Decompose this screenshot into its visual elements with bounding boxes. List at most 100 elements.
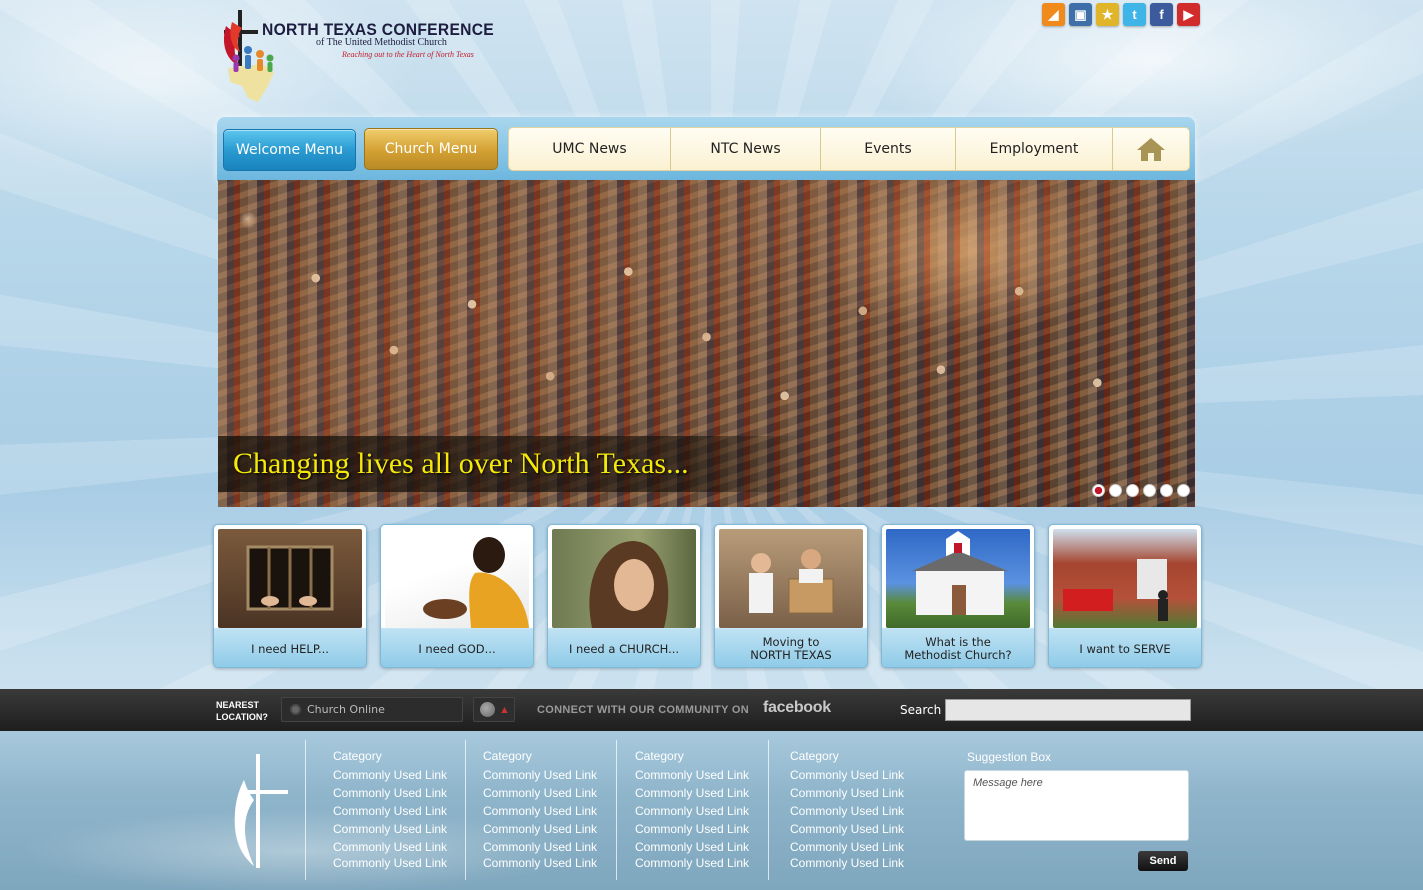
footer-link[interactable]: Commonly Used Link — [483, 820, 597, 838]
cross-flame-icon — [234, 754, 288, 868]
footer-category: Category — [790, 749, 839, 763]
conference-logo[interactable]: NORTH TEXAS CONFERENCE of The United Met… — [218, 6, 494, 110]
slider-dot[interactable] — [1177, 484, 1190, 497]
nearest-location-label: NEAREST LOCATION? — [216, 700, 268, 722]
praying-person-icon — [423, 537, 529, 628]
footer-column-4: Category Commonly Used Link Commonly Use… — [790, 749, 904, 870]
logo-subtitle: of The United Methodist Church — [316, 37, 447, 48]
suggestion-box-label: Suggestion Box — [967, 750, 1052, 764]
footer-link[interactable]: Commonly Used Link — [635, 856, 749, 870]
connect-text: CONNECT WITH OUR COMMUNITY ON — [537, 704, 749, 716]
footer-link[interactable]: Commonly Used Link — [483, 856, 597, 870]
welcome-menu-button[interactable]: Welcome Menu — [223, 129, 356, 171]
tile-need-god[interactable]: I need GOD... — [380, 524, 534, 668]
location-value: Church Online — [307, 703, 385, 716]
footer-link[interactable]: Commonly Used Link — [635, 766, 749, 784]
tile-label: I need a CHURCH... — [568, 641, 680, 656]
footer-link[interactable]: Commonly Used Link — [790, 766, 904, 784]
footer-separator — [465, 740, 466, 880]
twitter-icon[interactable]: t — [1123, 3, 1146, 26]
logo-tagline: Reaching out to the Heart of North Texas — [342, 50, 474, 59]
tile-need-help[interactable]: I need HELP... — [213, 524, 367, 668]
footer-column-3: Category Commonly Used Link Commonly Use… — [635, 749, 749, 870]
send-button[interactable]: Send — [1138, 851, 1188, 871]
woman-portrait-icon — [589, 541, 669, 628]
globe-icon — [480, 702, 496, 717]
footer-column-2: Category Commonly Used Link Commonly Use… — [483, 749, 597, 870]
tile-image — [218, 529, 362, 628]
footer-category: Category — [333, 749, 382, 763]
footer-link[interactable]: Commonly Used Link — [483, 766, 597, 784]
tile-label: I need GOD... — [418, 641, 496, 656]
footer-link[interactable]: Commonly Used Link — [333, 820, 447, 838]
footer-link[interactable]: Commonly Used Link — [790, 856, 904, 870]
footer-link[interactable]: Commonly Used Link — [635, 820, 749, 838]
social-icons: ◢ ▣ ★ t f ▶ — [1042, 3, 1200, 26]
location-globe-button[interactable]: ▲ — [473, 697, 515, 722]
location-select[interactable]: Church Online — [281, 697, 463, 722]
tile-label: I want to SERVE — [1079, 641, 1171, 656]
footer-link[interactable]: Commonly Used Link — [635, 802, 749, 820]
nav-employment[interactable]: Employment — [956, 128, 1113, 170]
hero-slider[interactable]: Changing lives all over North Texas... — [218, 180, 1195, 507]
footer-link[interactable]: Commonly Used Link — [333, 766, 447, 784]
monitor-icon[interactable]: ▣ — [1069, 3, 1092, 26]
footer-link[interactable]: Commonly Used Link — [483, 838, 597, 856]
search-input[interactable] — [945, 699, 1191, 721]
tile-need-church[interactable]: I need a CHURCH... — [547, 524, 701, 668]
tile-label: I need HELP... — [251, 641, 329, 656]
tile-label: Moving to NORTH TEXAS — [750, 635, 832, 662]
footer-link[interactable]: Commonly Used Link — [790, 838, 904, 856]
hero-caption: Changing lives all over North Texas... — [218, 436, 808, 492]
slider-dot[interactable] — [1109, 484, 1122, 497]
footer-link[interactable]: Commonly Used Link — [635, 838, 749, 856]
nav-home[interactable] — [1113, 128, 1189, 170]
church-menu-button[interactable]: Church Menu — [364, 128, 498, 170]
slider-dots — [1092, 484, 1190, 497]
tile-label: What is the Methodist Church? — [904, 635, 1012, 662]
location-pin-icon — [290, 704, 301, 715]
slider-dot[interactable] — [1092, 484, 1105, 497]
tile-image — [552, 529, 696, 628]
tile-image — [886, 529, 1030, 628]
church-building-icon — [912, 531, 1008, 615]
footer-link[interactable]: Commonly Used Link — [483, 802, 597, 820]
footer-link[interactable]: Commonly Used Link — [333, 838, 447, 856]
footer-link[interactable]: Commonly Used Link — [333, 802, 447, 820]
tile-what-is-methodist[interactable]: What is the Methodist Church? — [881, 524, 1035, 668]
tile-moving-north-texas[interactable]: Moving to NORTH TEXAS — [714, 524, 868, 668]
footer-category: Category — [483, 749, 532, 763]
home-icon — [1137, 138, 1165, 161]
nav-events[interactable]: Events — [821, 128, 956, 170]
suggestion-textarea[interactable]: Message here — [964, 770, 1189, 841]
search-label: Search — [900, 703, 942, 717]
footer-link[interactable]: Commonly Used Link — [790, 802, 904, 820]
facebook-link[interactable]: facebook — [763, 699, 831, 717]
footer-link[interactable]: Commonly Used Link — [333, 856, 447, 870]
tile-want-to-serve[interactable]: I want to SERVE — [1048, 524, 1202, 668]
nav-umc-news[interactable]: UMC News — [509, 128, 671, 170]
footer-link[interactable]: Commonly Used Link — [333, 784, 447, 802]
footer-separator — [305, 740, 306, 880]
footer-link[interactable]: Commonly Used Link — [483, 784, 597, 802]
youtube-icon[interactable]: ▶ — [1177, 3, 1200, 26]
tile-image — [385, 529, 529, 628]
footer-link[interactable]: Commonly Used Link — [635, 784, 749, 802]
tile-image — [719, 529, 863, 628]
quick-links: I need HELP... I need GOD... I need a CH… — [213, 524, 1202, 668]
slider-dot[interactable] — [1143, 484, 1156, 497]
service-house-icon — [1063, 559, 1168, 621]
nav-ntc-news[interactable]: NTC News — [671, 128, 821, 170]
moving-couple-icon — [749, 549, 834, 614]
footer-link[interactable]: Commonly Used Link — [790, 784, 904, 802]
footer-column-1: Category Commonly Used Link Commonly Use… — [333, 749, 447, 870]
footer-link[interactable]: Commonly Used Link — [790, 820, 904, 838]
facebook-icon[interactable]: f — [1150, 3, 1173, 26]
caret-up-icon: ▲ — [501, 705, 508, 714]
bookmark-plus-icon[interactable]: ★ — [1096, 3, 1119, 26]
hero-caption-text: Changing lives all over North Texas... — [233, 447, 689, 480]
rss-icon[interactable]: ◢ — [1042, 3, 1065, 26]
slider-dot[interactable] — [1160, 484, 1173, 497]
slider-dot[interactable] — [1126, 484, 1139, 497]
main-nav: UMC News NTC News Events Employment — [508, 127, 1190, 171]
